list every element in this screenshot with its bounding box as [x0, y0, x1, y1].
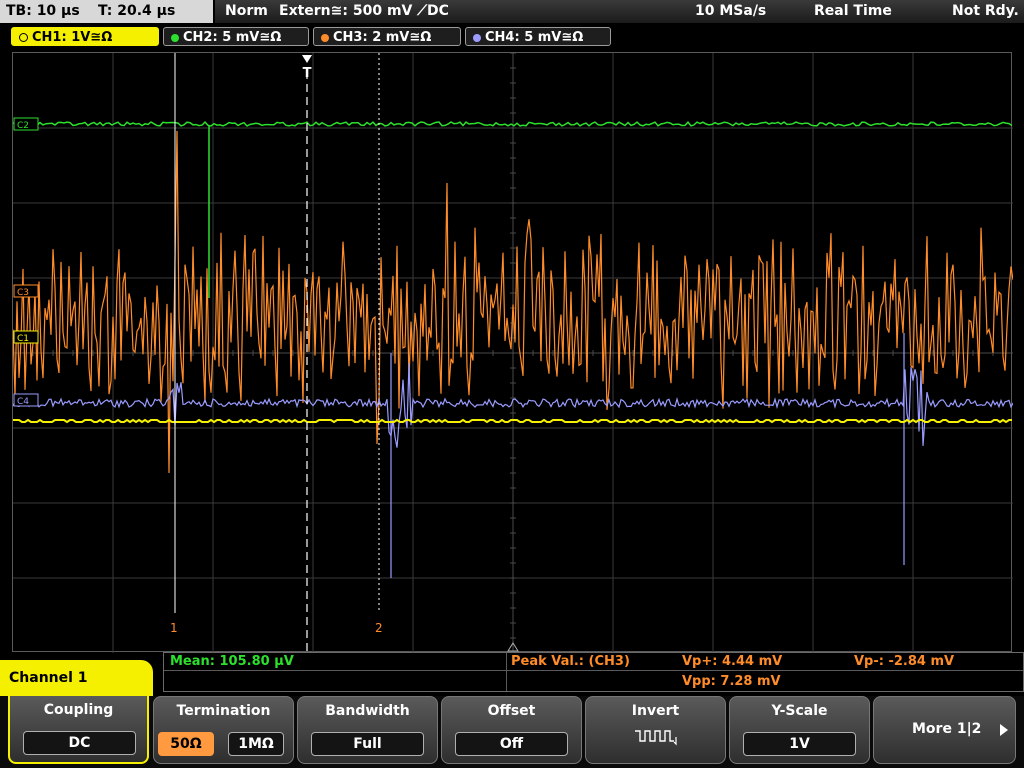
- softkey-bar: Coupling DC Termination 50Ω 1MΩ Bandwidt…: [0, 696, 1024, 768]
- yscale-title: Y-Scale: [771, 703, 828, 719]
- yscale-value[interactable]: 1V: [743, 732, 856, 756]
- tab-ch1[interactable]: CH1: 1V≅Ω: [11, 27, 159, 46]
- tab-ch4-label: CH4: 5 mV≅Ω: [485, 30, 584, 45]
- status-bar: TB: 10 µs T: 20.4 µs Norm Extern≅: 500 m…: [0, 0, 1024, 24]
- sample-rate: 10 MSa/s: [695, 3, 767, 19]
- vp-plus-value: Vp+: 4.44 mV: [682, 654, 783, 669]
- termination-1mohm[interactable]: 1MΩ: [228, 732, 284, 756]
- invert-title: Invert: [631, 703, 680, 719]
- measurement-bar[interactable]: Mean: 105.80 µV Peak Val.: (CH3) Vp+: 4.…: [163, 652, 1024, 692]
- trigger-marker-label: T: [303, 66, 312, 81]
- waveform-canvas: T C2 C3 C1 C4: [13, 53, 1013, 653]
- yscale-softkey[interactable]: Y-Scale 1V: [729, 696, 870, 764]
- trigger-time-readout: T: 20.4 µs: [98, 3, 176, 19]
- tab-ch4[interactable]: CH4: 5 mV≅Ω: [465, 27, 611, 46]
- termination-title: Termination: [176, 703, 271, 719]
- channel-menu-title: Channel 1: [0, 660, 153, 696]
- vp-minus-value: Vp-: -2.84 mV: [854, 654, 955, 669]
- play-arrow-icon: [1000, 724, 1008, 736]
- cursor-2-label[interactable]: 2: [375, 621, 383, 635]
- tab-ch2[interactable]: CH2: 5 mV≅Ω: [163, 27, 309, 46]
- offset-title: Offset: [487, 703, 536, 719]
- mean-measurement: Mean: 105.80 µV: [170, 654, 294, 669]
- timebase-readout: TB: 10 µs: [6, 3, 80, 19]
- tab-ch1-label: CH1: 1V≅Ω: [32, 30, 113, 45]
- acq-mode[interactable]: Norm: [225, 0, 268, 23]
- trace-label-c4: C4: [17, 397, 29, 407]
- trigger-source[interactable]: Extern≅: 500 mV ⟋DC: [279, 0, 449, 23]
- tab-ch2-label: CH2: 5 mV≅Ω: [183, 30, 282, 45]
- vpp-value: Vpp: 7.28 mV: [682, 674, 781, 689]
- cursor-1-label[interactable]: 1: [170, 621, 178, 635]
- acquisition-status: Norm Extern≅: 500 mV ⟋DC 10 MSa/s Real T…: [215, 0, 1024, 23]
- offset-value[interactable]: Off: [455, 732, 568, 756]
- waveform-display[interactable]: T C2 C3 C1 C4 1 2: [12, 52, 1013, 653]
- tab-ch3[interactable]: CH3: 2 mV≅Ω: [313, 27, 461, 46]
- bandwidth-title: Bandwidth: [325, 703, 410, 719]
- trigger-state: Not Rdy.: [952, 3, 1019, 19]
- trace-label-c2: C2: [17, 121, 29, 131]
- invert-softkey[interactable]: Invert: [585, 696, 726, 764]
- acq-mode-realtime: Real Time: [814, 3, 892, 19]
- peak-measurement-label: Peak Val.: (CH3): [511, 654, 630, 669]
- coupling-title: Coupling: [43, 702, 114, 718]
- ch4-dot-icon: [473, 33, 481, 42]
- ch3-dot-icon: [321, 33, 329, 42]
- trace-label-c3: C3: [17, 288, 29, 298]
- trigger-arrow-icon: [302, 55, 312, 63]
- tab-ch3-label: CH3: 2 mV≅Ω: [333, 30, 432, 45]
- coupling-softkey[interactable]: Coupling DC: [8, 696, 149, 764]
- termination-50ohm[interactable]: 50Ω: [158, 732, 214, 756]
- invert-waveform-icon: [635, 730, 677, 746]
- offset-softkey[interactable]: Offset Off: [441, 696, 582, 764]
- more-softkey[interactable]: More 1|2: [873, 696, 1016, 764]
- timebase-box[interactable]: TB: 10 µs T: 20.4 µs: [0, 0, 213, 23]
- bandwidth-softkey[interactable]: Bandwidth Full: [297, 696, 438, 764]
- more-label: More 1|2: [912, 721, 982, 737]
- ch2-dot-icon: [171, 33, 179, 42]
- coupling-value[interactable]: DC: [23, 731, 136, 755]
- bandwidth-value[interactable]: Full: [311, 732, 424, 756]
- trace-label-c1: C1: [17, 334, 29, 344]
- termination-softkey[interactable]: Termination 50Ω 1MΩ: [153, 696, 294, 764]
- ch1-dot-icon: [19, 33, 28, 42]
